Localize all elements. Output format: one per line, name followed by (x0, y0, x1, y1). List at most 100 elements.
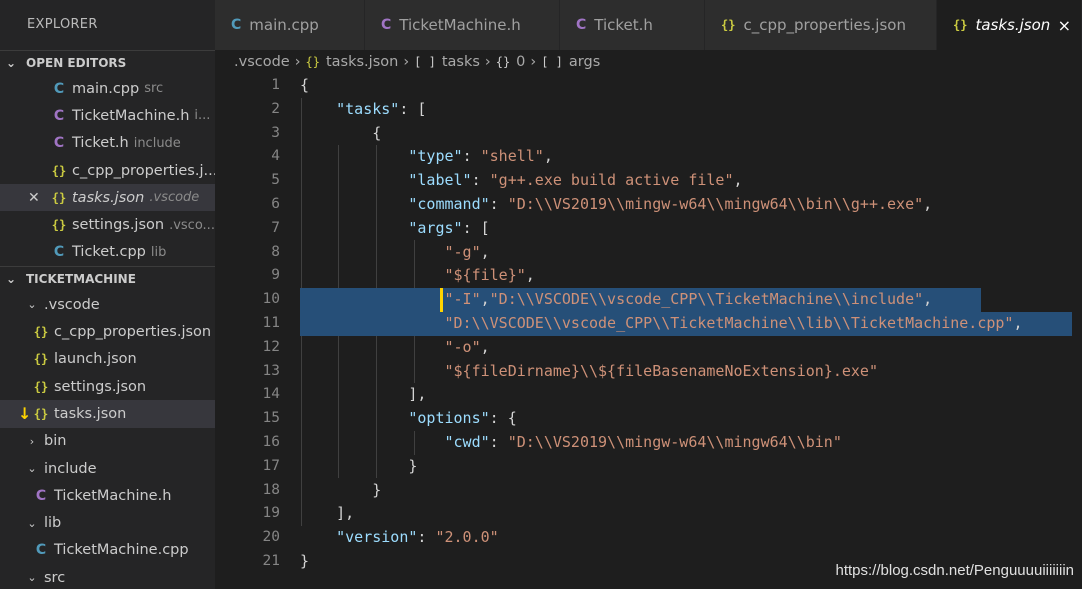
chevron-right-icon: › (29, 434, 35, 448)
breadcrumb-item[interactable]: tasks (442, 54, 480, 70)
open-editor-ticket-cpp[interactable]: C Ticket.cpp lib (0, 239, 215, 266)
editor-tabs: C main.cpp C TicketMachine.h C Ticket.h … (215, 0, 1082, 50)
file-settings-json[interactable]: {} settings.json (0, 373, 215, 400)
open-editor-tasks-json[interactable]: ✕ {} tasks.json .vscode (0, 184, 215, 212)
file-name: launch.json (54, 351, 137, 368)
breadcrumb-item[interactable]: .vscode (234, 54, 290, 70)
breadcrumb: .vscode › {} tasks.json › [ ] tasks › {}… (215, 50, 1082, 74)
folder-include[interactable]: ⌄ include (0, 455, 215, 482)
cpp-file-icon: C (35, 542, 47, 559)
json-file-icon: {} (721, 18, 736, 32)
json-object-icon: {} (305, 55, 320, 69)
code-line: { (372, 123, 382, 142)
open-editor-ticketmachine-h[interactable]: C TicketMachine.h i... (0, 102, 215, 129)
chevron-right-icon: › (530, 54, 537, 70)
code-line: "label": "g++.exe build active file", (408, 171, 743, 190)
open-editor-c-cpp-properties[interactable]: {} c_cpp_properties.j... (0, 157, 215, 184)
code-line: { (300, 76, 310, 94)
line-number: 16 (262, 433, 280, 450)
json-array-icon: [ ] (541, 55, 563, 69)
tab-main-cpp[interactable]: C main.cpp (215, 0, 365, 50)
open-editor-name: settings.json (72, 217, 165, 234)
close-icon[interactable]: × (1058, 16, 1071, 35)
open-editor-name: Ticket.cpp (72, 244, 146, 261)
line-number-gutter: 1 2 3 4 5 6 7 8 9 10 11 12 13 14 15 16 1… (215, 74, 280, 574)
code-line: "options": { (408, 409, 517, 428)
code-line: ], (408, 385, 427, 404)
line-number: 20 (262, 529, 280, 546)
pointer-arrow-icon: ↓ (18, 404, 32, 424)
json-file-icon: {} (51, 190, 67, 205)
breadcrumb-item[interactable]: 0 (516, 54, 525, 70)
tab-label: TicketMachine.h (399, 16, 521, 34)
file-c-cpp-properties[interactable]: {} c_cpp_properties.json (0, 318, 215, 345)
code-line: "-o", (444, 337, 490, 356)
chevron-down-icon: ⌄ (6, 272, 17, 287)
code-line: "cwd": "D:\\VS2019\\mingw-w64\\mingw64\\… (444, 432, 842, 451)
line-number: 18 (262, 481, 280, 498)
tab-tasks-json[interactable]: {} tasks.json × (937, 0, 1082, 50)
code-line: "${fileDirname}\\${fileBasenameNoExtensi… (444, 361, 878, 380)
file-ticketmachine-cpp[interactable]: C TicketMachine.cpp (0, 537, 215, 564)
code-line: "-g", (444, 242, 490, 261)
folder-vscode[interactable]: ⌄ .vscode (0, 291, 215, 318)
chevron-down-icon: ⌄ (27, 298, 37, 312)
c-header-file-icon: C (381, 17, 392, 33)
close-icon[interactable]: ✕ (28, 190, 40, 206)
code-line: "version": "2.0.0" (336, 528, 499, 547)
code-line: "args": [ (408, 218, 490, 237)
c-header-file-icon: C (53, 107, 65, 124)
c-header-file-icon: C (576, 17, 587, 33)
c-header-file-icon: C (35, 487, 47, 504)
folder-name: include (44, 460, 97, 477)
cpp-file-icon: C (53, 244, 65, 261)
chevron-down-icon: ⌄ (27, 571, 37, 585)
folder-lib[interactable]: ⌄ lib (0, 509, 215, 536)
code-line: "${file}", (444, 266, 535, 285)
code-line: "command": "D:\\VS2019\\mingw-w64\\mingw… (408, 194, 933, 213)
folder-bin[interactable]: › bin (0, 428, 215, 455)
line-number: 19 (262, 505, 280, 522)
line-number: 10 (262, 291, 280, 308)
open-editor-name: Ticket.h (72, 135, 129, 152)
open-editors-header[interactable]: ⌄ OPEN EDITORS (0, 50, 215, 75)
line-number: 5 (271, 172, 280, 189)
open-editor-desc: .vscode (149, 190, 200, 206)
code-editor[interactable]: 1 2 3 4 5 6 7 8 9 10 11 12 13 14 15 16 1… (215, 74, 1082, 589)
project-header[interactable]: ⌄ TICKETMACHINE (0, 266, 215, 291)
open-editor-desc: src (144, 81, 164, 97)
folder-src[interactable]: ⌄ src (0, 564, 215, 589)
open-editor-name: c_cpp_properties.j... (72, 162, 215, 179)
chevron-right-icon: › (294, 54, 301, 70)
code-line: ], (336, 504, 355, 523)
chevron-down-icon: ⌄ (6, 56, 17, 70)
breadcrumb-item[interactable]: args (569, 54, 600, 70)
line-number: 6 (271, 195, 280, 212)
file-name: c_cpp_properties.json (54, 324, 212, 341)
code-lines[interactable]: { "tasks": [ { "type": "shell", "label":… (300, 74, 1082, 574)
tab-ticketmachine-h[interactable]: C TicketMachine.h (365, 0, 560, 50)
json-file-icon: {} (51, 218, 67, 233)
code-line: "type": "shell", (408, 147, 553, 166)
code-line-selected: "D:\\VSCODE\\vscode_CPP\\TicketMachine\\… (300, 311, 1072, 336)
line-number: 11 (262, 314, 280, 331)
json-file-icon: {} (953, 18, 968, 32)
json-file-icon: {} (33, 325, 49, 340)
file-name: TicketMachine.cpp (54, 542, 189, 559)
line-number: 12 (262, 338, 280, 355)
tab-label: Ticket.h (594, 16, 653, 34)
breadcrumb-item[interactable]: tasks.json (326, 54, 398, 70)
line-number: 1 (271, 77, 280, 93)
json-file-icon: {} (51, 163, 67, 178)
line-number: 3 (271, 124, 280, 141)
open-editor-settings-json[interactable]: {} settings.json .vsco... (0, 211, 215, 238)
file-name: TicketMachine.h (54, 487, 172, 504)
open-editor-main-cpp[interactable]: C main.cpp src (0, 75, 215, 102)
tab-ticket-h[interactable]: C Ticket.h (560, 0, 705, 50)
open-editor-ticket-h[interactable]: C Ticket.h include (0, 130, 215, 157)
file-tasks-json[interactable]: ↓ {} tasks.json (0, 400, 215, 428)
folder-name: bin (44, 433, 67, 450)
tab-c-cpp-properties[interactable]: {} c_cpp_properties.json (705, 0, 937, 50)
file-ticketmachine-h[interactable]: C TicketMachine.h (0, 482, 215, 509)
file-launch-json[interactable]: {} launch.json (0, 346, 215, 373)
